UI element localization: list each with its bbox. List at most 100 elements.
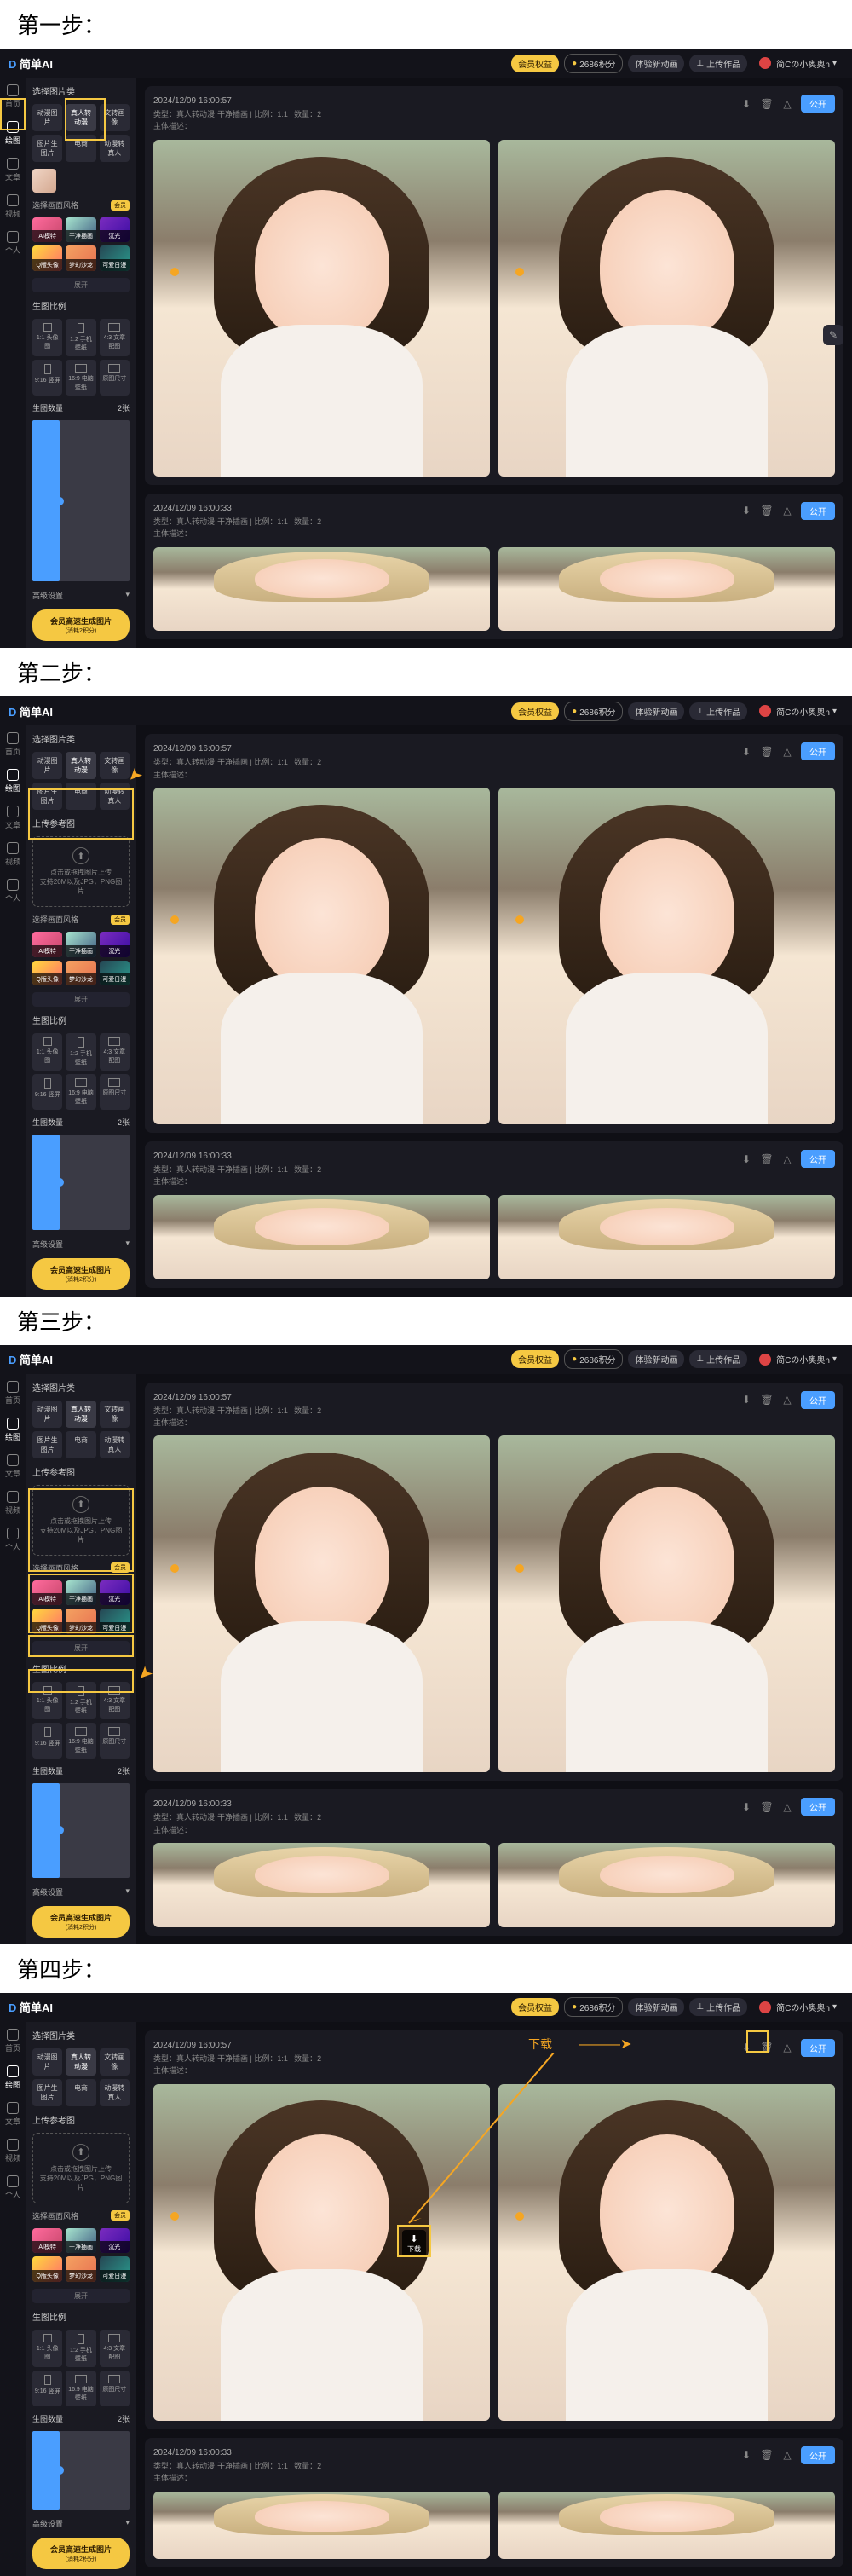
nav-video[interactable]: 视频 — [5, 2139, 20, 2163]
style-1[interactable]: 干净插画 — [66, 1580, 95, 1605]
expand-styles[interactable]: 展开 — [32, 992, 130, 1007]
warn-icon[interactable]: △ — [780, 745, 794, 759]
gen-image-3[interactable] — [153, 2492, 490, 2559]
ratio-3[interactable]: 9:16 竖屏 — [32, 1074, 62, 1110]
ratio-3[interactable]: 9:16 竖屏 — [32, 1723, 62, 1759]
track-pill[interactable]: 体验新动画 — [628, 1350, 684, 1368]
ratio-4[interactable]: 16:9 电脑壁纸 — [66, 1723, 95, 1759]
style-5[interactable]: 可爱日漫 — [100, 2256, 130, 2281]
gen-image-3[interactable] — [153, 547, 490, 632]
ratio-5[interactable]: 原图尺寸 — [100, 1074, 130, 1110]
nav-article[interactable]: 文章 — [5, 158, 20, 182]
gen-image-3[interactable] — [153, 1195, 490, 1279]
ratio-5[interactable]: 原图尺寸 — [100, 360, 130, 396]
nav-profile[interactable]: 个人 — [5, 231, 20, 256]
user-menu[interactable]: 简Cの小奥奥n ▾ — [752, 1998, 843, 2016]
delete-icon[interactable]: 🗑 — [760, 2041, 774, 2054]
count-slider[interactable] — [32, 1135, 130, 1229]
gen-image-4[interactable] — [498, 1843, 835, 1927]
style-0[interactable]: AI模特 — [32, 2228, 62, 2253]
style-1[interactable]: 干净插画 — [66, 217, 95, 242]
nav-video[interactable]: 视频 — [5, 194, 20, 219]
publish-button[interactable]: 公开 — [801, 2039, 835, 2057]
nav-draw[interactable]: 绘图 — [5, 1418, 20, 1442]
warn-icon[interactable]: △ — [780, 504, 794, 517]
publish-button[interactable]: 公开 — [801, 1150, 835, 1168]
tab-0[interactable]: 动漫图片 — [32, 752, 62, 779]
nav-home[interactable]: 首页 — [5, 1381, 20, 1406]
tab-4[interactable]: 电商 — [66, 1431, 95, 1458]
download-icon[interactable]: ⬇ — [740, 2041, 753, 2054]
style-3[interactable]: Q版头像 — [32, 1609, 62, 1633]
ratio-0[interactable]: 1:1 头像图 — [32, 319, 62, 356]
nav-home[interactable]: 首页 — [5, 2029, 20, 2053]
nav-profile[interactable]: 个人 — [5, 2175, 20, 2200]
delete-icon[interactable]: 🗑 — [760, 1800, 774, 1814]
publish-button[interactable]: 公开 — [801, 2446, 835, 2464]
gen-image-1[interactable] — [153, 2084, 490, 2421]
nav-profile[interactable]: 个人 — [5, 879, 20, 904]
download-icon[interactable]: ⬇ — [740, 1152, 753, 1166]
tab-2[interactable]: 文转画像 — [100, 1401, 130, 1428]
delete-icon[interactable]: 🗑 — [760, 504, 774, 517]
download-icon[interactable]: ⬇ — [740, 504, 753, 517]
gen-image-3[interactable] — [153, 1843, 490, 1927]
tab-1[interactable]: 真人转动漫 — [66, 1401, 95, 1428]
style-5[interactable]: 可爱日漫 — [100, 1609, 130, 1633]
ratio-4[interactable]: 16:9 电脑壁纸 — [66, 1074, 95, 1110]
ratio-2[interactable]: 4:3 文章配图 — [100, 319, 130, 356]
publish-button[interactable]: 公开 — [801, 1798, 835, 1816]
float-edit-icon[interactable]: ✎ — [823, 325, 843, 345]
credits-pill[interactable]: ●2686积分 — [564, 54, 623, 73]
publish-button[interactable]: 公开 — [801, 742, 835, 760]
track-pill[interactable]: 体验新动画 — [628, 702, 684, 720]
delete-icon[interactable]: 🗑 — [760, 1152, 774, 1166]
tab-4[interactable]: 电商 — [66, 2079, 95, 2106]
style-2[interactable]: 沉光 — [100, 932, 130, 956]
tab-0[interactable]: 动漫图片 — [32, 2048, 62, 2076]
style-2[interactable]: 沉光 — [100, 217, 130, 242]
publish-button[interactable]: 公开 — [801, 1391, 835, 1409]
warn-icon[interactable]: △ — [780, 2448, 794, 2462]
download-icon[interactable]: ⬇ — [740, 2448, 753, 2462]
ratio-4[interactable]: 16:9 电脑壁纸 — [66, 360, 95, 396]
delete-icon[interactable]: 🗑 — [760, 1393, 774, 1406]
delete-icon[interactable]: 🗑 — [760, 2448, 774, 2462]
gen-image-2[interactable] — [498, 788, 835, 1124]
ratio-5[interactable]: 原图尺寸 — [100, 2371, 130, 2406]
count-slider[interactable] — [32, 2431, 130, 2510]
tab-4[interactable]: 电商 — [66, 783, 95, 810]
style-3[interactable]: Q版头像 — [32, 961, 62, 985]
ratio-1[interactable]: 1:2 手机壁纸 — [66, 1682, 95, 1719]
advanced[interactable]: 高级设置 — [32, 590, 63, 601]
count-slider[interactable] — [32, 1783, 130, 1878]
user-menu[interactable]: 简Cの小奥奥n ▾ — [752, 702, 843, 720]
warn-icon[interactable]: △ — [780, 1393, 794, 1406]
gen-image-4[interactable] — [498, 547, 835, 632]
ratio-5[interactable]: 原图尺寸 — [100, 1723, 130, 1759]
warn-icon[interactable]: △ — [780, 97, 794, 111]
nav-draw[interactable]: 绘图 — [5, 769, 20, 794]
tab-0[interactable]: 动漫图片 — [32, 1401, 62, 1428]
gen-image-4[interactable] — [498, 1195, 835, 1279]
ratio-3[interactable]: 9:16 竖屏 — [32, 2371, 62, 2406]
ratio-2[interactable]: 4:3 文章配图 — [100, 1682, 130, 1719]
tab-3[interactable]: 图片生图片 — [32, 135, 62, 162]
tab-5[interactable]: 动漫转真人 — [100, 135, 130, 162]
warn-icon[interactable]: △ — [780, 1800, 794, 1814]
nav-profile[interactable]: 个人 — [5, 1528, 20, 1552]
credits-pill[interactable]: ●2686积分 — [564, 702, 623, 721]
nav-draw[interactable]: 绘图 — [5, 2065, 20, 2090]
tab-1[interactable]: 真人转动漫 — [66, 104, 95, 131]
style-4[interactable]: 梦幻沙龙 — [66, 961, 95, 985]
nav-draw[interactable]: 绘图 — [5, 121, 20, 146]
expand-styles[interactable]: 展开 — [32, 278, 130, 292]
tab-1[interactable]: 真人转动漫 — [66, 752, 95, 779]
style-3[interactable]: Q版头像 — [32, 245, 62, 270]
ratio-0[interactable]: 1:1 头像图 — [32, 1033, 62, 1071]
expand-styles[interactable]: 展开 — [32, 2289, 130, 2303]
delete-icon[interactable]: 🗑 — [760, 97, 774, 111]
gen-image-2[interactable] — [498, 2084, 835, 2421]
advanced[interactable]: 高级设置 — [32, 1239, 63, 1250]
warn-icon[interactable]: △ — [780, 1152, 794, 1166]
